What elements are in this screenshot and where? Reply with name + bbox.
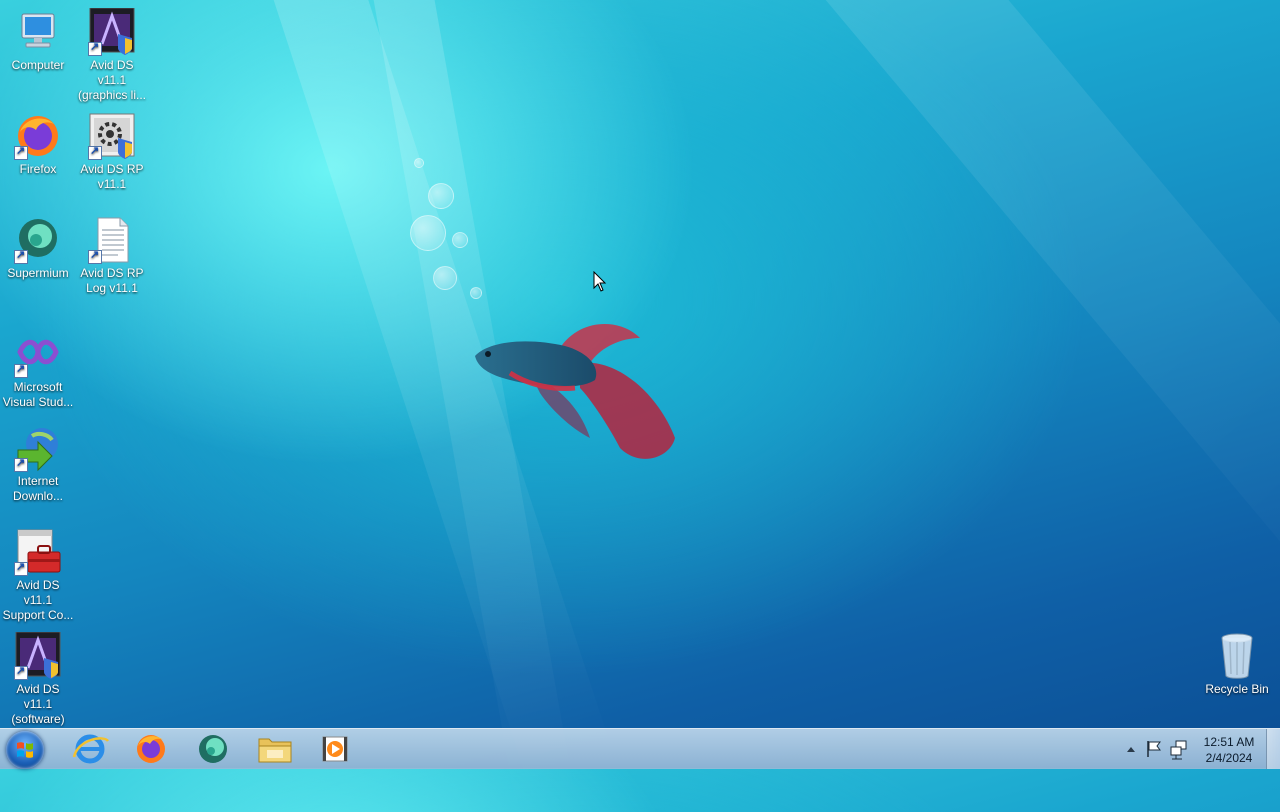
show-desktop-button[interactable] (1266, 729, 1280, 769)
start-button[interactable] (6, 731, 44, 769)
network-status-button[interactable] (1168, 729, 1190, 769)
wallpaper-bubble (452, 232, 468, 248)
desktop-icon-label: Computer (11, 58, 65, 72)
desktop-icon-computer[interactable]: Computer (0, 8, 76, 73)
shortcut-arrow-icon (14, 560, 28, 576)
text-document-icon (88, 216, 136, 264)
wallpaper-bubble (414, 158, 424, 168)
taskbar-firefox[interactable] (125, 731, 177, 767)
shortcut-arrow-icon (14, 362, 28, 378)
taskbar: 12:51 AM 2/4/2024 (0, 728, 1280, 769)
desktop-icon-label: Microsoft Visual Stud... (2, 380, 74, 409)
wallpaper-bubble (410, 215, 446, 251)
desktop-icon-label: Avid DS RP v11.1 (80, 162, 144, 191)
system-clock[interactable]: 12:51 AM 2/4/2024 (1196, 734, 1262, 766)
shortcut-arrow-icon (88, 144, 102, 160)
desktop-icon-label: Internet Downlo... (12, 474, 64, 503)
avid-ds-rp-icon (88, 112, 136, 160)
desktop-icon-label: Avid DS v11.1 (software) (11, 682, 65, 726)
chevron-up-icon (1127, 747, 1135, 752)
shortcut-arrow-icon (14, 664, 28, 680)
desktop-icon-avid-ds-software[interactable]: Avid DS v11.1 (software) (0, 631, 76, 727)
internet-explorer-icon (72, 734, 110, 764)
taskbar-windows-explorer[interactable] (249, 731, 301, 767)
clock-date: 2/4/2024 (1205, 751, 1253, 765)
shortcut-arrow-icon (14, 456, 28, 472)
recycle-bin-icon (1213, 632, 1261, 680)
taskbar-internet-explorer[interactable] (64, 731, 116, 767)
wallpaper-bubble (433, 266, 457, 290)
desktop-icon-avid-ds-rp[interactable]: Avid DS RP v11.1 (74, 112, 150, 192)
avid-ds-software-icon (14, 631, 62, 680)
taskbar-media-player[interactable] (310, 731, 362, 767)
desktop-icon-label: Supermium (7, 266, 69, 280)
shortcut-arrow-icon (14, 144, 28, 160)
wallpaper-bubble (470, 287, 482, 299)
media-player-icon (322, 736, 348, 762)
wallpaper-bubble (428, 183, 454, 209)
desktop-icon-label: Avid DS RP Log v11.1 (80, 266, 144, 295)
desktop-icon-label: Firefox (19, 162, 57, 176)
firefox-icon (137, 735, 165, 763)
wallpaper-light-ray (796, 0, 1280, 655)
windows-logo-icon (17, 742, 33, 758)
computer-icon (14, 8, 62, 56)
avid-ds-graphics-icon (88, 7, 136, 56)
shortcut-arrow-icon (14, 248, 28, 264)
desktop-icon-avid-ds-support[interactable]: Avid DS v11.1 Support Co... (0, 528, 76, 623)
desktop-icon-avid-ds-graphics[interactable]: Avid DS v11.1 (graphics li... (74, 7, 150, 103)
wallpaper-fish (475, 324, 675, 459)
clock-time: 12:51 AM (1203, 735, 1255, 749)
toolbox-icon (14, 528, 62, 576)
internet-download-manager-icon (14, 424, 62, 472)
desktop-icon-label: Avid DS v11.1 Support Co... (2, 578, 74, 622)
desktop-icon-internet-download-manager[interactable]: Internet Downlo... (0, 424, 76, 504)
taskbar-supermium[interactable] (187, 731, 239, 767)
desktop-icon-recycle-bin[interactable]: Recycle Bin (1199, 632, 1275, 697)
desktop-icon-label: Recycle Bin (1205, 682, 1269, 696)
flag-icon (1147, 741, 1161, 757)
firefox-icon (14, 112, 62, 160)
desktop-icon-label: Avid DS v11.1 (graphics li... (77, 58, 147, 102)
shortcut-arrow-icon (88, 40, 102, 56)
mouse-cursor (593, 271, 607, 292)
desktop-icon-avid-ds-rp-log[interactable]: Avid DS RP Log v11.1 (74, 216, 150, 296)
folder-icon (258, 738, 292, 763)
shortcut-arrow-icon (88, 248, 102, 264)
show-hidden-icons-button[interactable] (1124, 729, 1138, 769)
visual-studio-icon (14, 330, 62, 378)
desktop-icon-firefox[interactable]: Firefox (0, 112, 76, 177)
desktop-icon-supermium[interactable]: Supermium (0, 216, 76, 281)
network-icon (1170, 740, 1187, 760)
supermium-icon (14, 216, 62, 264)
desktop-icon-visual-studio[interactable]: Microsoft Visual Stud... (0, 330, 76, 410)
supermium-icon (199, 735, 227, 763)
action-center-button[interactable] (1144, 729, 1164, 769)
